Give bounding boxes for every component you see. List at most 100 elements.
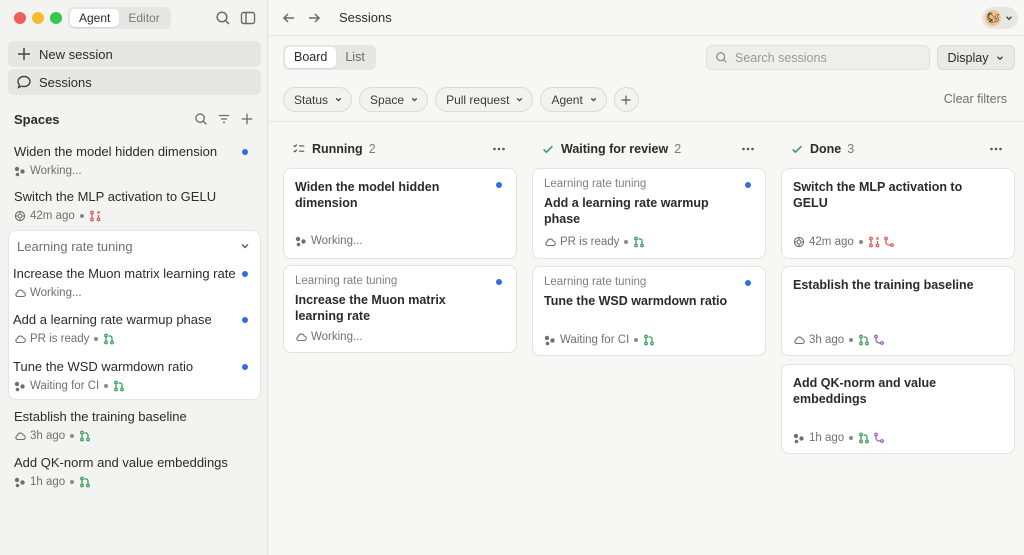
tab-board[interactable]: Board	[285, 47, 337, 68]
zoom-window-button[interactable]	[50, 12, 62, 24]
filter-label: Status	[294, 92, 329, 107]
sidebar-item-status: PR is ready	[30, 333, 90, 345]
card-status: Working...	[311, 235, 363, 247]
card-title: Establish the training baseline	[793, 278, 974, 292]
openai-icon	[14, 210, 26, 222]
more-options-icon[interactable]	[988, 141, 1004, 157]
session-card[interactable]: Add QK-norm and value embeddings 1h ago	[781, 364, 1015, 454]
chevron-down-icon	[515, 95, 524, 104]
new-session-label: New session	[39, 46, 113, 62]
sidebar-item-meta: Waiting for CI	[14, 378, 254, 394]
chevron-down-icon	[410, 95, 419, 104]
card-meta: 42m ago	[793, 235, 895, 249]
check-icon	[541, 142, 555, 156]
display-button[interactable]: Display	[937, 45, 1015, 70]
clear-filters-link[interactable]: Clear filters	[944, 92, 1007, 106]
sessions-nav-button[interactable]: Sessions	[8, 69, 261, 95]
card-title: Increase the Muon matrix learning rate	[295, 293, 446, 323]
card-title: Widen the model hidden dimension	[295, 180, 440, 210]
chevron-down-icon[interactable]	[239, 240, 251, 252]
column-count: 2	[674, 142, 682, 156]
sidebar-item-title: Switch the MLP activation to GELU	[14, 189, 217, 204]
plus-icon	[16, 46, 32, 62]
cloud-icon	[295, 331, 307, 343]
forward-arrow-icon[interactable]	[306, 10, 322, 26]
search-input[interactable]	[735, 50, 915, 65]
card-meta: 1h ago	[793, 431, 885, 445]
more-options-icon[interactable]	[491, 141, 507, 157]
pr-open-icon	[79, 476, 91, 488]
agent-working-icon	[544, 334, 556, 346]
filter-icon[interactable]	[217, 112, 231, 126]
pr-open-icon	[858, 334, 870, 346]
sidebar-item-increase-muon-lr[interactable]: Increase the Muon matrix learning rate W…	[13, 265, 254, 301]
session-card[interactable]: Learning rate tuning Increase the Muon m…	[283, 265, 517, 353]
sidebar-item-add-lr-warmup[interactable]: Add a learning rate warmup phase PR is r…	[13, 311, 254, 347]
search-icon[interactable]	[215, 10, 231, 26]
chevron-down-icon	[995, 53, 1005, 63]
filter-space[interactable]: Space	[359, 87, 429, 112]
toggle-sidebar-icon[interactable]	[240, 10, 256, 26]
search-spaces-icon[interactable]	[194, 112, 208, 126]
sidebar-item-status: 1h ago	[30, 476, 66, 488]
tab-list[interactable]: List	[336, 47, 373, 68]
filter-pull-request[interactable]: Pull request	[435, 87, 534, 112]
separator-dot	[624, 240, 629, 244]
tab-agent[interactable]: Agent	[70, 9, 120, 27]
search-box	[706, 45, 930, 70]
session-card[interactable]: Learning rate tuning Add a learning rate…	[532, 168, 766, 259]
session-card[interactable]: Learning rate tuning Tune the WSD warmdo…	[532, 266, 766, 356]
separator-dot	[849, 436, 854, 440]
unread-dot	[242, 271, 248, 277]
separator-dot	[79, 214, 84, 218]
more-options-icon[interactable]	[740, 141, 756, 157]
sidebar-item-establish-baseline[interactable]: Establish the training baseline 3h ago	[14, 408, 254, 444]
pr-open-icon	[643, 334, 655, 346]
pr-closed-icon	[89, 210, 101, 222]
session-card[interactable]: Establish the training baseline 3h ago	[781, 266, 1015, 356]
cloud-icon	[14, 287, 26, 299]
unread-dot	[242, 149, 248, 155]
card-space: Learning rate tuning	[544, 178, 647, 190]
top-bar: Sessions 🐿	[269, 0, 1024, 36]
new-session-button[interactable]: New session	[8, 41, 261, 67]
session-card[interactable]: Switch the MLP activation to GELU 42m ag…	[781, 168, 1015, 259]
add-space-icon[interactable]	[240, 112, 254, 126]
sidebar-item-meta: Working...	[14, 163, 254, 179]
card-title: Tune the WSD warmdown ratio	[544, 294, 728, 308]
openai-icon	[793, 236, 805, 248]
sidebar-item-add-qk-norm[interactable]: Add QK-norm and value embeddings 1h ago	[14, 454, 254, 490]
column-header-done: Done 3	[790, 140, 854, 158]
sidebar-item-widen-hidden-dimension[interactable]: Widen the model hidden dimension Working…	[14, 143, 254, 179]
tab-editor[interactable]: Editor	[119, 9, 168, 27]
separator-dot	[94, 337, 99, 341]
filter-status[interactable]: Status	[283, 87, 353, 112]
space-group-name[interactable]: Learning rate tuning	[17, 239, 133, 254]
sidebar-item-tune-wsd-warmdown[interactable]: Tune the WSD warmdown ratio Waiting for …	[13, 358, 254, 394]
plus-icon	[620, 94, 632, 106]
column-count: 2	[368, 142, 376, 156]
separator-dot	[70, 434, 75, 438]
separator-dot	[104, 384, 109, 388]
sidebar-item-switch-mlp-gelu[interactable]: Switch the MLP activation to GELU 42m ag…	[14, 188, 254, 224]
column-title: Running	[312, 142, 363, 156]
merged-icon	[873, 334, 885, 346]
back-arrow-icon[interactable]	[281, 10, 297, 26]
close-window-button[interactable]	[14, 12, 26, 24]
card-title: Switch the MLP activation to GELU	[793, 180, 963, 210]
card-status: Waiting for CI	[560, 334, 630, 346]
spaces-header: Spaces	[14, 111, 254, 127]
session-card[interactable]: Widen the model hidden dimension Working…	[283, 168, 517, 259]
avatar: 🐿	[985, 10, 1001, 26]
column-title: Waiting for review	[561, 142, 669, 156]
card-meta: Working...	[295, 234, 363, 248]
separator-dot	[858, 240, 863, 244]
add-filter-button[interactable]	[613, 87, 639, 112]
account-menu[interactable]: 🐿	[982, 7, 1018, 29]
minimize-window-button[interactable]	[32, 12, 44, 24]
sidebar-item-meta: 42m ago	[14, 208, 254, 224]
filter-agent[interactable]: Agent	[540, 87, 607, 112]
column-title: Done	[810, 142, 842, 156]
column-header-running: Running 2	[292, 140, 376, 158]
sidebar-item-title: Widen the model hidden dimension	[14, 144, 218, 159]
